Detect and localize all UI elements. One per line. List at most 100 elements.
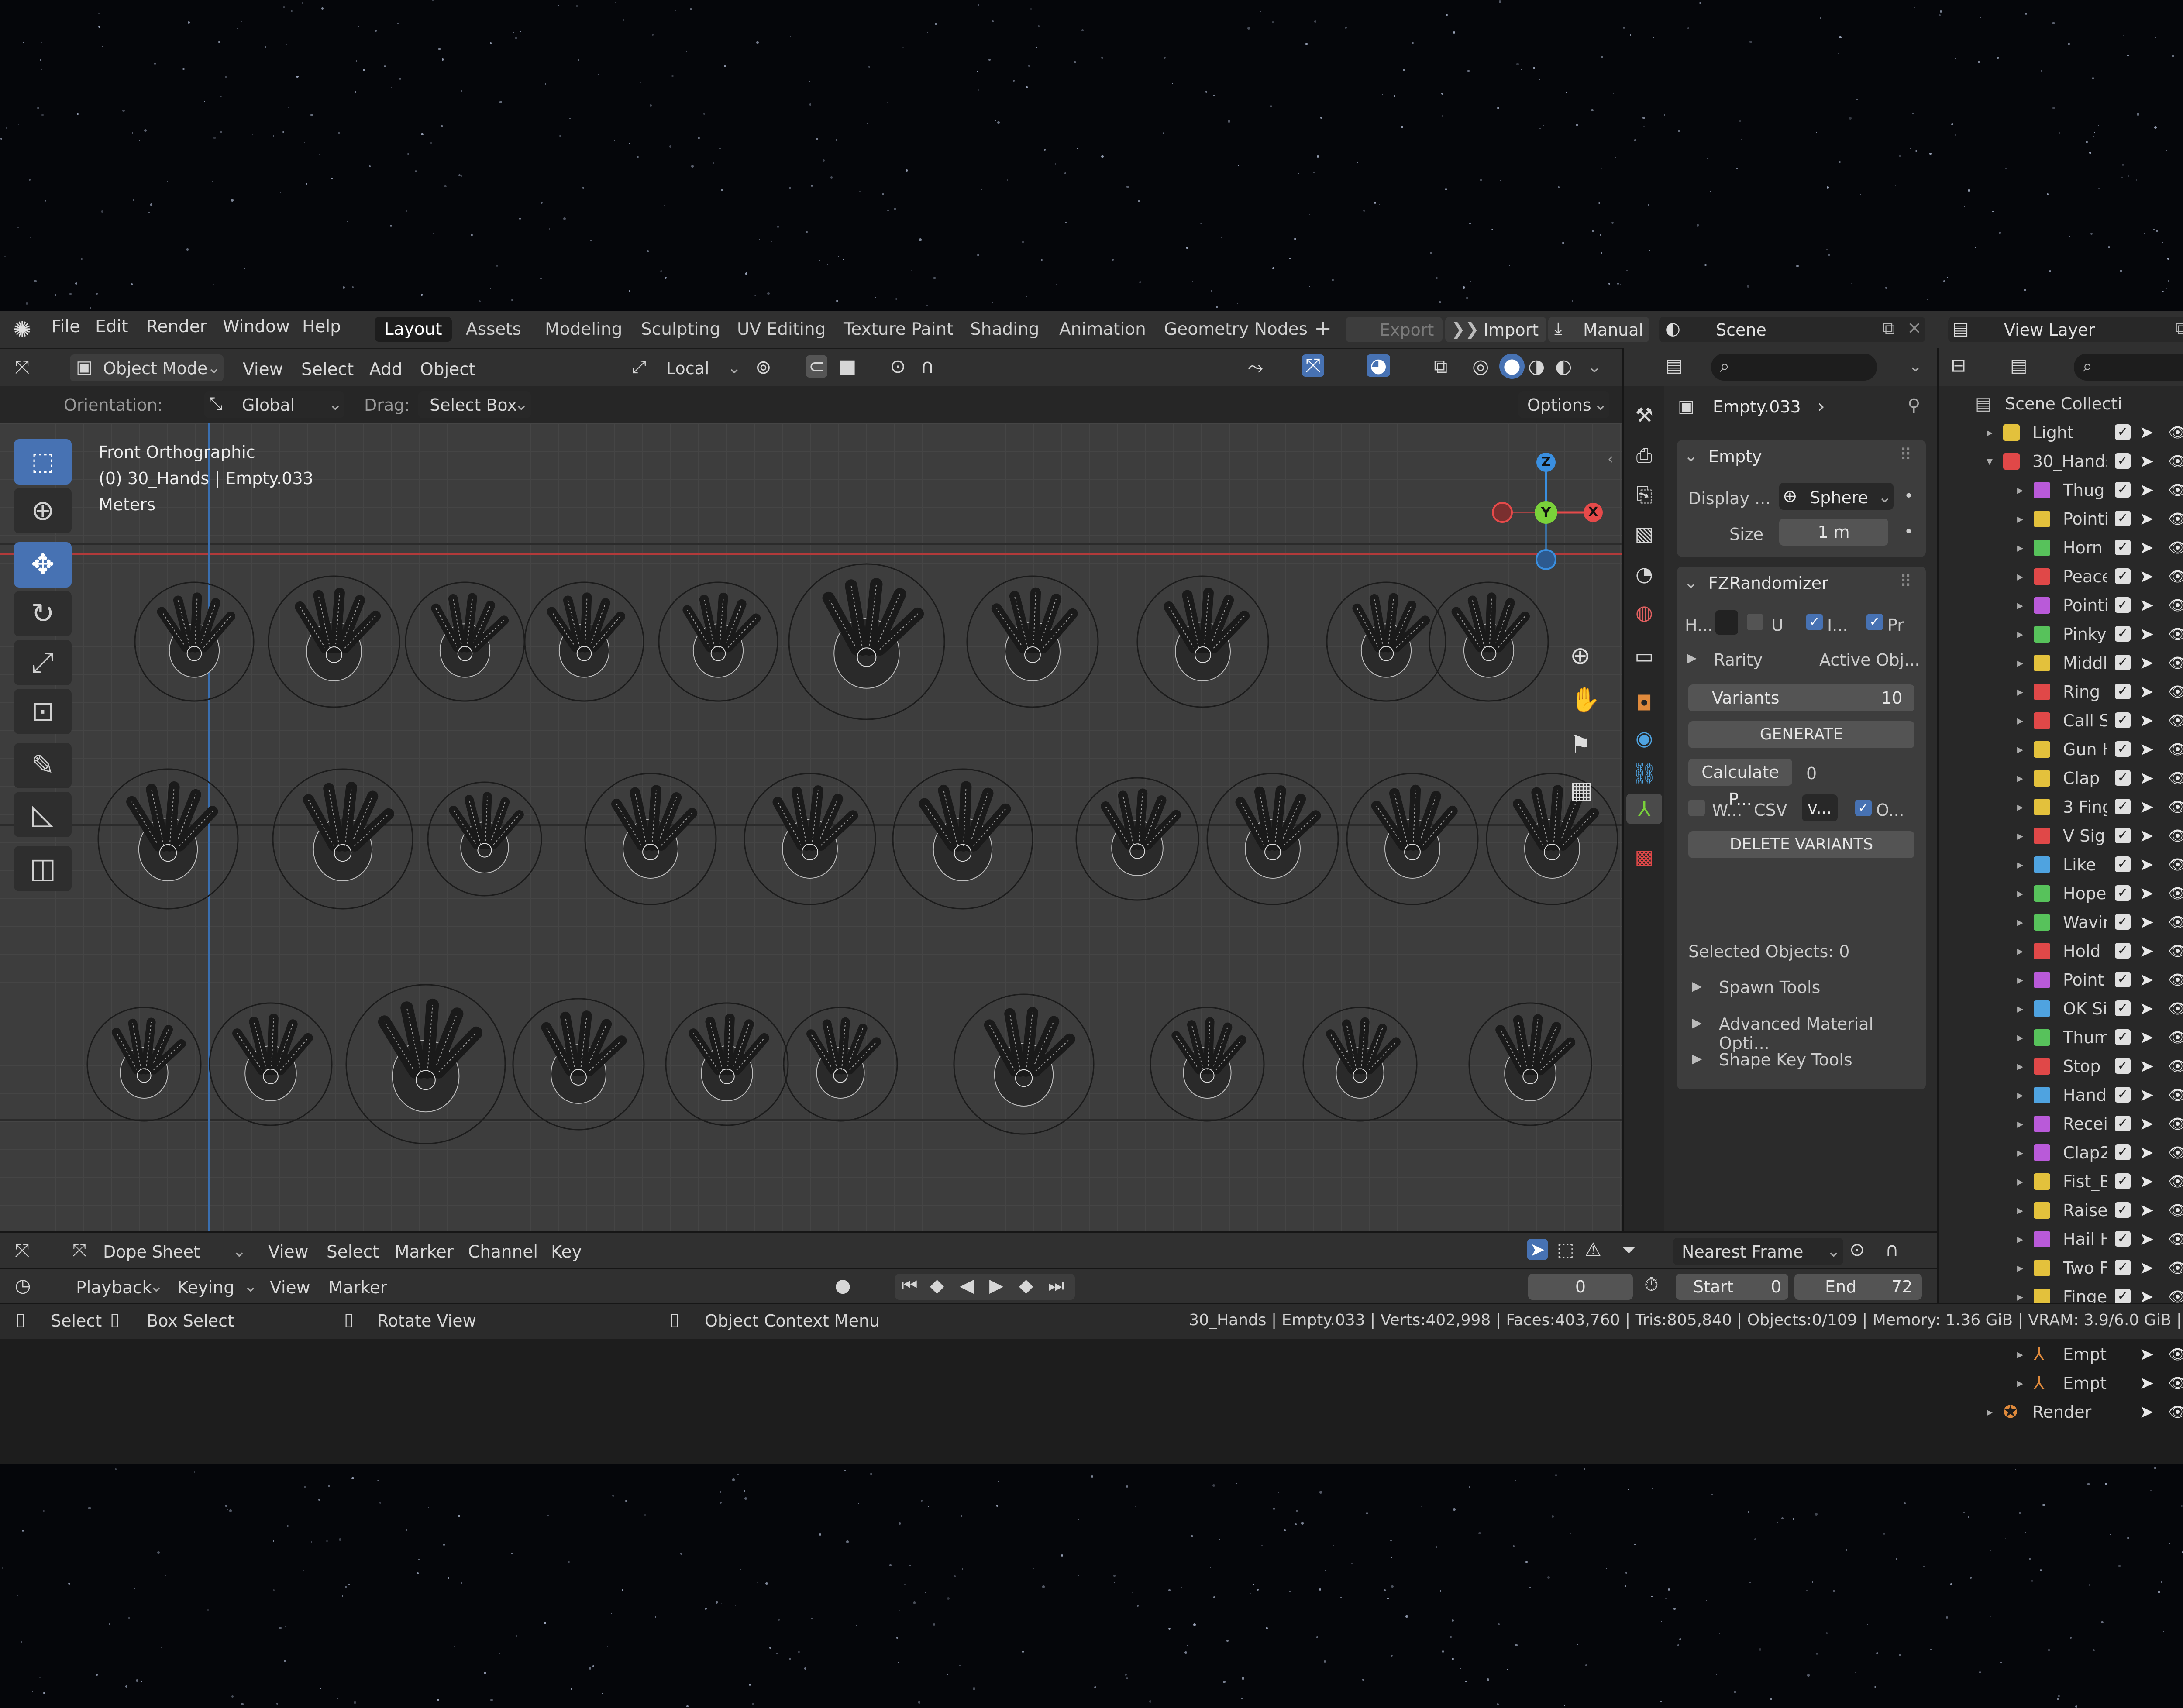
expand-arrow-icon[interactable]: ▸ (2017, 620, 2035, 649)
eye-icon[interactable]: 👁 (2168, 908, 2183, 937)
expand-arrow-icon[interactable]: ▸ (2017, 1081, 2035, 1110)
exclude-checkbox[interactable]: ✓ (2115, 799, 2131, 814)
expand-arrow-icon[interactable]: ▸ (1987, 418, 2004, 447)
hand-object[interactable] (1075, 777, 1199, 901)
new-view-layer-icon[interactable]: ⧉ (2175, 319, 2183, 339)
delete-scene-icon[interactable]: ✕ (1907, 319, 1922, 339)
falloff-icon[interactable]: ∩ (1885, 1239, 1899, 1260)
timeline-menu-marker[interactable]: Marker (328, 1278, 387, 1298)
expand-arrow-icon[interactable]: ▸ (2017, 476, 2035, 505)
cursor-tool[interactable]: ⊕ (14, 488, 72, 533)
selectable-arrow-icon[interactable]: ➤ (2139, 994, 2154, 1023)
outliner-scene-collection[interactable]: ▤ Scene Collecti (1947, 389, 2183, 418)
outliner-row[interactable]: ▸Light✓➤👁⎚ (1947, 418, 2183, 447)
outliner-editor-type-icon[interactable]: ⊟ (1951, 354, 1966, 376)
exclude-checkbox[interactable]: ✓ (2115, 626, 2131, 642)
expand-arrow-icon[interactable]: ▸ (2017, 677, 2035, 706)
output-tab-icon[interactable]: ⎘ (1629, 479, 1660, 510)
box-select-icon[interactable]: ⬚ (1557, 1239, 1574, 1260)
outliner-row[interactable]: ▸Hopef✓➤👁⎚ (1947, 879, 2183, 908)
rendered-shading-icon[interactable]: ◐ (1555, 355, 1572, 378)
keyframe-dot-icon[interactable]: • (1904, 523, 1913, 541)
eye-icon[interactable]: 👁 (2168, 418, 2183, 447)
outliner-row[interactable]: ▸Receiv✓➤👁⎚ (1947, 1110, 2183, 1138)
selectable-arrow-icon[interactable]: ➤ (2139, 1023, 2154, 1052)
hand-object[interactable] (966, 575, 1099, 708)
outliner-row[interactable]: ▸Hands✓➤👁⎚ (1947, 1081, 2183, 1110)
tab-sculpting[interactable]: Sculpting (631, 317, 730, 342)
outliner-row[interactable]: ▸Wavir✓➤👁⎚ (1947, 908, 2183, 937)
calculate-button[interactable]: Calculate P... (1688, 759, 1792, 809)
hand-object[interactable] (1150, 1007, 1265, 1122)
outliner-search-input[interactable]: ⌕ (2074, 354, 2183, 381)
filter-icon[interactable]: ⏷ (1622, 1239, 1636, 1261)
snap-target-icon[interactable]: ■ (838, 355, 857, 378)
outliner-row[interactable]: ▸V Sigr✓➤👁⎚ (1947, 821, 2183, 850)
selectable-arrow-icon[interactable]: ➤ (2139, 735, 2154, 764)
properties-options-chevron-icon[interactable]: ⌄ (1908, 356, 1922, 375)
shape-key-tools-subpanel[interactable]: Shape Key Tools (1719, 1050, 1852, 1069)
selectable-arrow-icon[interactable]: ➤ (2139, 418, 2154, 447)
dopesheet-menu-view[interactable]: View (268, 1242, 309, 1262)
overlays-toggle-icon[interactable]: ◕ (1367, 354, 1391, 377)
exclude-checkbox[interactable]: ✓ (2115, 1000, 2131, 1016)
3d-viewport[interactable]: Front Orthographic (0) 30_Hands | Empty.… (0, 423, 1622, 1231)
move-tool[interactable]: ✥ (14, 542, 72, 588)
proportional-edit-icon[interactable]: ⊙ (890, 355, 906, 378)
exclude-checkbox[interactable]: ✓ (2115, 856, 2131, 872)
eye-icon[interactable]: 👁 (2168, 1398, 2183, 1426)
outliner-row[interactable]: ▸Like✓➤👁⎚ (1947, 850, 2183, 879)
hand-object[interactable] (1326, 581, 1446, 702)
exclude-checkbox[interactable]: ✓ (2115, 972, 2131, 987)
exclude-checkbox[interactable]: ✓ (2115, 511, 2131, 526)
exclude-checkbox[interactable]: ✓ (2115, 597, 2131, 613)
expand-arrow-icon[interactable]: ▸ (2017, 505, 2035, 533)
exclude-checkbox[interactable]: ✓ (2115, 424, 2131, 440)
selectable-arrow-icon[interactable]: ➤ (2139, 591, 2154, 620)
exclude-checkbox[interactable]: ✓ (2115, 885, 2131, 901)
tab-uv-editing[interactable]: UV Editing (727, 317, 835, 342)
eye-icon[interactable]: 👁 (2168, 1340, 2183, 1369)
outliner-row[interactable]: ▸Pinky✓➤👁⎚ (1947, 620, 2183, 649)
selectable-arrow-icon[interactable]: ➤ (2139, 447, 2154, 476)
expand-arrow-icon[interactable]: ▸ (2017, 908, 2035, 937)
selectable-arrow-icon[interactable]: ➤ (2139, 764, 2154, 793)
eye-icon[interactable]: 👁 (2168, 850, 2183, 879)
object-tab-icon[interactable]: ◘ (1629, 688, 1660, 718)
rarity-expand-icon[interactable]: ▶ (1687, 650, 1697, 666)
transform-orientation-dropdown[interactable]: ⤢ Local ⌄ (629, 354, 742, 381)
object-data-tab-icon[interactable]: ⅄ (1626, 794, 1662, 824)
record-icon[interactable]: ● (835, 1275, 851, 1296)
exclude-checkbox[interactable]: ✓ (2115, 1116, 2131, 1131)
outliner-row[interactable]: ▸Horn I✓➤👁⎚ (1947, 533, 2183, 562)
hand-object[interactable] (209, 1002, 333, 1126)
eye-icon[interactable]: 👁 (2168, 1225, 2183, 1254)
dopesheet-menu-channel[interactable]: Channel (468, 1242, 538, 1262)
selectable-arrow-icon[interactable]: ➤ (2139, 677, 2154, 706)
export-button[interactable]: Export (1346, 317, 1443, 342)
scene-selector[interactable]: ◐ Scene ⧉ ✕ (1659, 317, 1925, 342)
eye-icon[interactable]: 👁 (2168, 677, 2183, 706)
eye-icon[interactable]: 👁 (2168, 879, 2183, 908)
eye-icon[interactable]: 👁 (2168, 649, 2183, 677)
exclude-checkbox[interactable]: ✓ (2115, 684, 2131, 699)
panel-collapse-chevron-icon[interactable]: ⌄ (1684, 573, 1698, 592)
i-checkbox[interactable]: ✓ (1806, 614, 1823, 630)
eye-icon[interactable]: 👁 (2168, 1254, 2183, 1282)
exclude-checkbox[interactable]: ✓ (2115, 712, 2131, 728)
exclude-checkbox[interactable]: ✓ (2115, 568, 2131, 584)
outliner-row[interactable]: ▸Raisec✓➤👁⎚ (1947, 1196, 2183, 1225)
outliner-row[interactable]: ▸⅄Empty➤👁⎚ (1947, 1340, 2183, 1369)
selectable-arrow-icon[interactable]: ➤ (2139, 1167, 2154, 1196)
eye-icon[interactable]: 👁 (2168, 1110, 2183, 1138)
solid-shading-icon[interactable]: ● (1499, 354, 1525, 379)
viewport-menu-select[interactable]: Select (301, 360, 354, 379)
selectable-arrow-icon[interactable]: ➤ (2139, 879, 2154, 908)
fzr-panel-title[interactable]: FZRandomizer (1708, 574, 1828, 593)
viewport-menu-object[interactable]: Object (420, 360, 475, 379)
selectable-arrow-icon[interactable]: ➤ (2139, 1369, 2154, 1398)
size-field[interactable]: 1 m (1779, 519, 1888, 546)
expand-arrow-icon[interactable]: ▸ (2017, 1110, 2035, 1138)
scene-tab-icon[interactable]: ◔ (1629, 559, 1660, 589)
clock-icon[interactable]: ⏱ (1644, 1274, 1659, 1296)
